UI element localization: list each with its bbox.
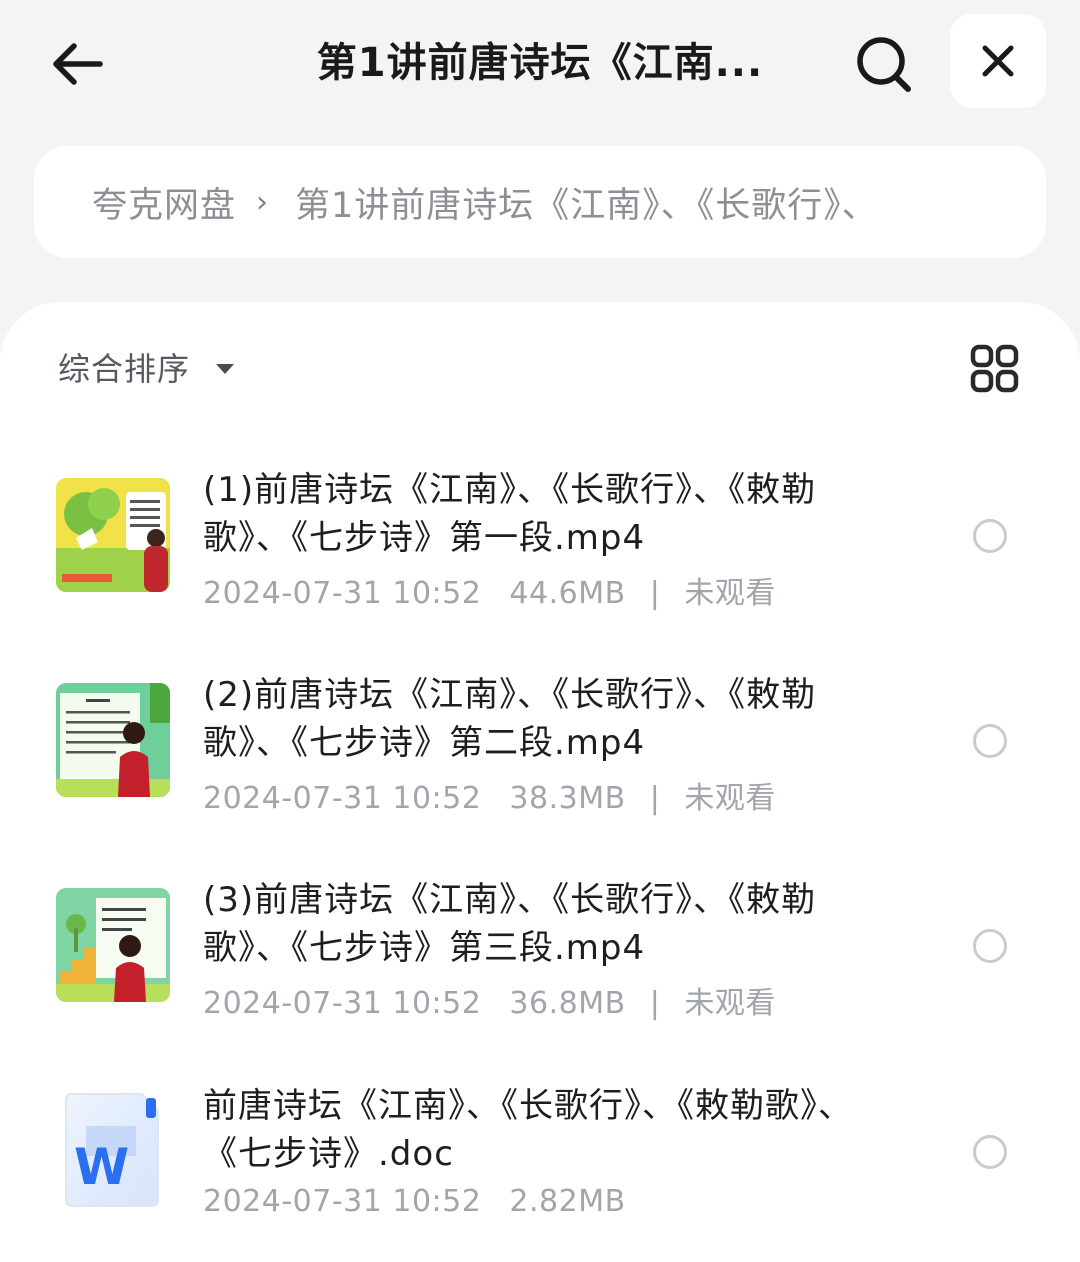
file-name: 前唐诗坛《江南》、《长歌行》、《敕勒歌》、《七步诗》.doc bbox=[203, 1086, 853, 1174]
select-radio[interactable] bbox=[973, 519, 1007, 553]
search-icon bbox=[857, 37, 911, 92]
meta-divider: | bbox=[649, 576, 661, 611]
breadcrumb-current: 第1讲前唐诗坛《江南》、《长歌行》、 bbox=[295, 185, 878, 226]
file-date: 2024-07-31 10:52 bbox=[203, 781, 482, 816]
file-size: 44.6MB bbox=[509, 576, 626, 611]
watch-status: 未观看 bbox=[684, 781, 776, 816]
grid-view-icon bbox=[970, 344, 1019, 393]
video-thumbnail-image bbox=[56, 888, 170, 1002]
select-radio[interactable] bbox=[973, 724, 1007, 758]
file-row[interactable]: (1)前唐诗坛《江南》、《长歌行》、《敕勒歌》、《七步诗》第一段.mp4 202… bbox=[0, 452, 1080, 632]
grid-view-button[interactable] bbox=[970, 344, 1020, 394]
caret-down-icon bbox=[216, 364, 235, 374]
select-radio[interactable] bbox=[973, 1135, 1007, 1169]
breadcrumb-root[interactable]: 夸克网盘 bbox=[92, 177, 236, 228]
meta-divider: | bbox=[649, 986, 661, 1021]
back-arrow-icon bbox=[53, 43, 103, 85]
page-title: 第1讲前唐诗坛《江南... bbox=[316, 40, 764, 86]
watch-status: 未观看 bbox=[684, 986, 776, 1021]
video-thumbnail bbox=[56, 478, 170, 592]
video-thumbnail bbox=[56, 683, 170, 797]
doc-file-icon: W bbox=[62, 1092, 162, 1208]
file-size: 36.8MB bbox=[509, 986, 626, 1021]
file-date: 2024-07-31 10:52 bbox=[203, 986, 482, 1021]
file-date: 2024-07-31 10:52 bbox=[203, 1184, 482, 1219]
watch-status: 未观看 bbox=[684, 576, 776, 611]
select-radio[interactable] bbox=[973, 929, 1007, 963]
close-button[interactable] bbox=[950, 14, 1046, 108]
file-meta: 2024-07-31 10:52 44.6MB | 未观看 bbox=[203, 568, 776, 612]
video-thumbnail-image bbox=[56, 478, 170, 592]
video-thumbnail-image bbox=[56, 683, 170, 797]
file-meta: 2024-07-31 10:52 38.3MB | 未观看 bbox=[203, 773, 776, 817]
file-size: 2.82MB bbox=[509, 1184, 626, 1219]
file-size: 38.3MB bbox=[509, 781, 626, 816]
doc-letter: W bbox=[74, 1138, 130, 1196]
file-name: (2)前唐诗坛《江南》、《长歌行》、《敕勒歌》、《七步诗》第二段.mp4 bbox=[203, 675, 817, 763]
file-meta: 2024-07-31 10:52 2.82MB bbox=[203, 1184, 626, 1219]
breadcrumb: 夸克网盘 › 第1讲前唐诗坛《江南》、《长歌行》、 bbox=[34, 146, 1046, 258]
file-row[interactable]: (3)前唐诗坛《江南》、《长歌行》、《敕勒歌》、《七步诗》第三段.mp4 202… bbox=[0, 862, 1080, 1042]
close-icon bbox=[982, 45, 1014, 77]
file-row[interactable]: W 前唐诗坛《江南》、《长歌行》、《敕勒歌》、《七步诗》.doc 2024-07… bbox=[0, 1068, 1080, 1248]
file-list-panel: 综合排序 (1)前唐诗坛《江南》、《长歌行》、《敕勒歌》、《七步诗》第一段.mp… bbox=[0, 302, 1080, 1262]
sort-label: 综合排序 bbox=[58, 350, 191, 388]
breadcrumb-separator: › bbox=[256, 184, 270, 220]
file-meta: 2024-07-31 10:52 36.8MB | 未观看 bbox=[203, 978, 776, 1022]
search-button[interactable] bbox=[850, 30, 918, 98]
meta-divider: | bbox=[649, 781, 661, 816]
file-name: (3)前唐诗坛《江南》、《长歌行》、《敕勒歌》、《七步诗》第三段.mp4 bbox=[203, 880, 817, 968]
file-row[interactable]: (2)前唐诗坛《江南》、《长歌行》、《敕勒歌》、《七步诗》第二段.mp4 202… bbox=[0, 657, 1080, 837]
file-name: (1)前唐诗坛《江南》、《长歌行》、《敕勒歌》、《七步诗》第一段.mp4 bbox=[203, 470, 817, 558]
top-bar: 第1讲前唐诗坛《江南... bbox=[0, 0, 1080, 125]
back-button[interactable] bbox=[44, 32, 108, 96]
video-thumbnail bbox=[56, 888, 170, 1002]
file-date: 2024-07-31 10:52 bbox=[203, 576, 482, 611]
sort-dropdown[interactable]: 综合排序 bbox=[58, 342, 235, 392]
